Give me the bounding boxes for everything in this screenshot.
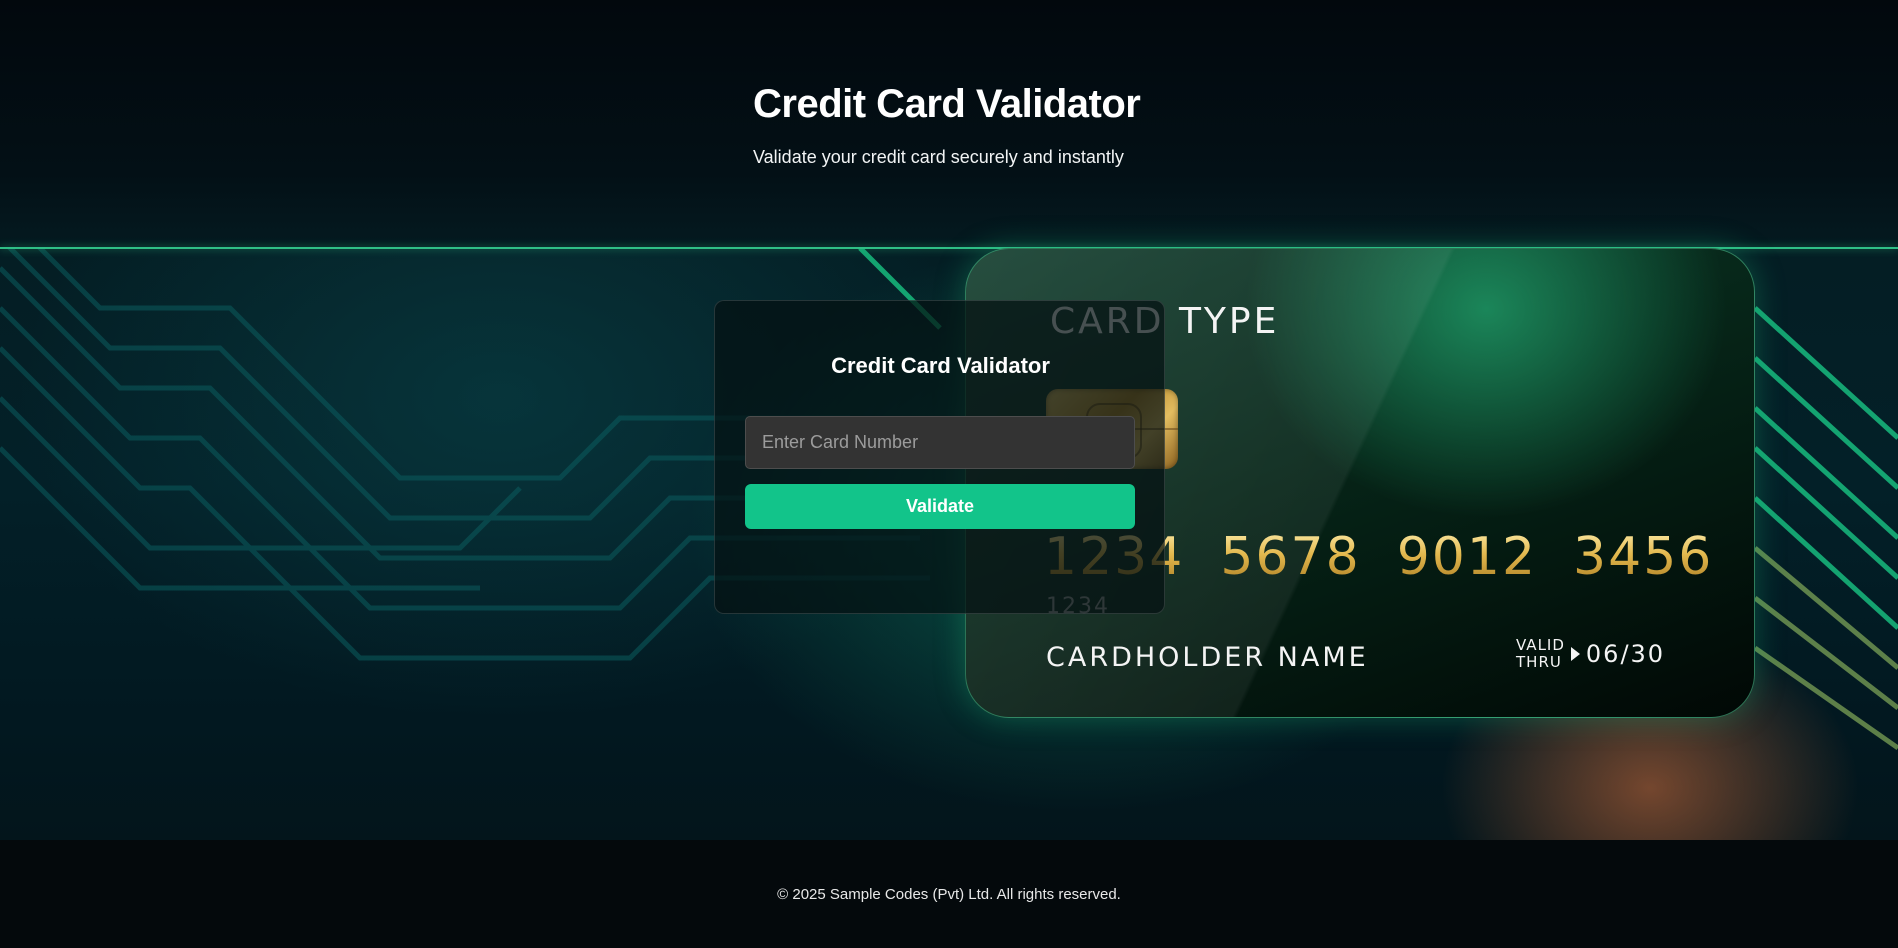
- card-number-group-4: 3456: [1573, 527, 1714, 587]
- page-footer: © 2025 Sample Codes (Pvt) Ltd. All right…: [0, 840, 1898, 948]
- validator-panel: Credit Card Validator Validate: [714, 300, 1165, 614]
- card-expiry: VALID THRU 06/30: [1516, 637, 1665, 671]
- page-header: Credit Card Validator Validate your cred…: [0, 0, 1898, 248]
- triangle-right-icon: [1570, 647, 1580, 661]
- page-subtitle: Validate your credit card securely and i…: [753, 147, 1124, 167]
- valid-thru-label: VALID THRU: [1516, 637, 1565, 671]
- card-number-group-3: 9012: [1396, 527, 1538, 587]
- valid-label-line2: THRU: [1516, 653, 1562, 671]
- card-number-input[interactable]: [745, 416, 1135, 469]
- header-content: Credit Card Validator Validate your cred…: [753, 82, 1141, 168]
- expiry-date: 06/30: [1585, 640, 1666, 668]
- valid-label-line1: VALID: [1516, 636, 1565, 654]
- footer-copyright: © 2025 Sample Codes (Pvt) Ltd. All right…: [777, 886, 1121, 903]
- card-number-group-2: 5678: [1220, 527, 1361, 587]
- cardholder-name: CARDHOLDER NAME: [1046, 642, 1369, 673]
- validate-button[interactable]: Validate: [745, 484, 1135, 529]
- validator-title: Credit Card Validator: [831, 353, 1050, 378]
- page-title: Credit Card Validator: [753, 82, 1141, 126]
